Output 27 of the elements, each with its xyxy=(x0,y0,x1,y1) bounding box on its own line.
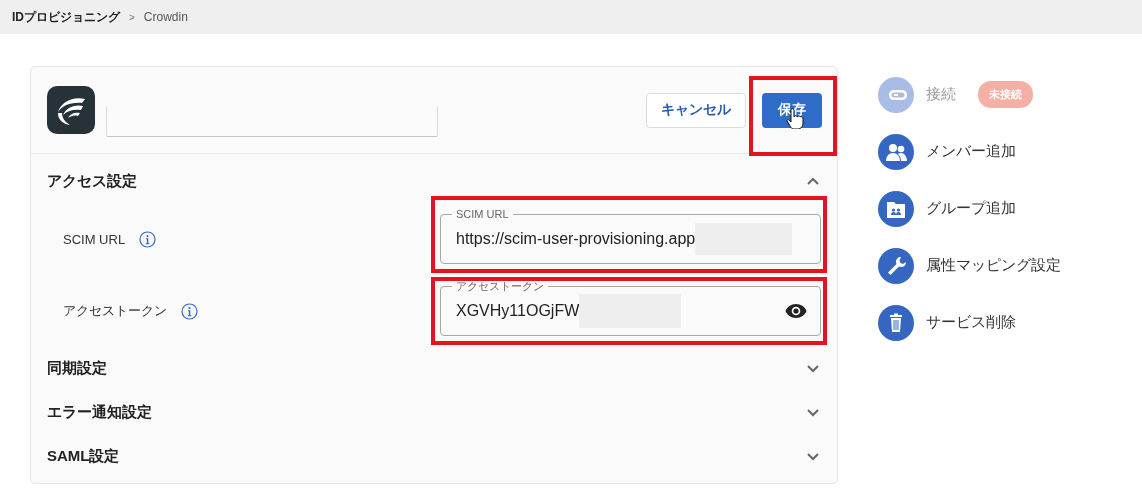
people-icon[interactable] xyxy=(878,133,914,170)
app-logo-icon xyxy=(47,86,95,134)
name-field[interactable] xyxy=(106,107,438,137)
field-value: XGVHy11OGjFW xyxy=(456,302,580,320)
trash-icon[interactable] xyxy=(878,304,914,341)
action-link[interactable]: サービス削除 xyxy=(926,313,1016,332)
section-title[interactable]: 同期設定 xyxy=(47,358,107,378)
section-title[interactable]: SAML設定 xyxy=(47,446,120,466)
field-label: アクセストークン xyxy=(63,302,167,320)
section-title[interactable]: エラー通知設定 xyxy=(47,402,152,422)
info-icon[interactable] xyxy=(139,230,157,248)
action-link[interactable]: 属性マッピング設定 xyxy=(926,256,1061,275)
action-link[interactable]: グループ追加 xyxy=(926,199,1016,218)
wrench-icon[interactable] xyxy=(878,247,914,284)
folder-icon[interactable] xyxy=(878,190,914,227)
field-value: https://scim-user-provisioning.app xyxy=(456,230,696,248)
info-icon[interactable] xyxy=(181,302,198,320)
action-link[interactable]: メンバー追加 xyxy=(926,142,1016,161)
breadcrumb-separator: > xyxy=(129,11,135,23)
field-label: SCIM URL xyxy=(63,231,126,247)
breadcrumb-item: Crowdin xyxy=(143,10,188,24)
breadcrumb-item[interactable]: IDプロビジョニング xyxy=(12,8,120,26)
cancel-button[interactable]: キャンセル xyxy=(646,92,746,128)
section-title[interactable]: アクセス設定 xyxy=(47,171,137,191)
floating-label: SCIM URL xyxy=(452,207,513,221)
status-badge: 未接続 xyxy=(978,81,1033,108)
eye-icon[interactable] xyxy=(785,303,807,319)
